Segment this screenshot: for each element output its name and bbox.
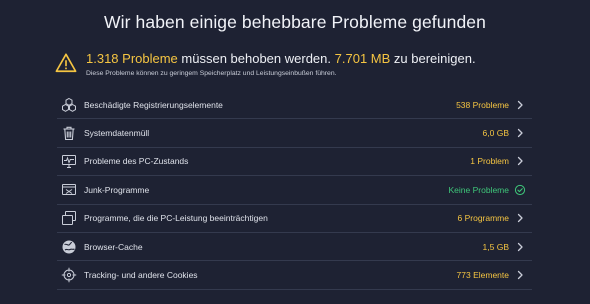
issue-label: Browser-Cache bbox=[84, 241, 143, 252]
warning-icon bbox=[55, 53, 77, 73]
check-circle-icon bbox=[514, 184, 526, 196]
summary-note: Diese Probleme können zu geringem Speich… bbox=[86, 70, 337, 77]
issue-row[interactable]: Browser-Cache 1,5 GB bbox=[57, 233, 532, 262]
page-title: Wir haben einige behebbare Probleme gefu… bbox=[104, 12, 486, 32]
summary-tail-text: zu bereinigen. bbox=[393, 51, 476, 66]
issue-value: 773 Elemente bbox=[456, 270, 509, 281]
issue-row[interactable]: Systemdatenmüll 6,0 GB bbox=[57, 119, 532, 148]
issue-label: Programme, die die PC-Leistung beeinträc… bbox=[84, 213, 268, 224]
issue-value: 6,0 GB bbox=[482, 128, 509, 139]
crosshair-cookie-icon bbox=[61, 267, 77, 283]
issue-row[interactable]: Beschädigte Registrierungselemente 538 Pr… bbox=[57, 91, 532, 120]
chevron-right-icon[interactable] bbox=[514, 212, 526, 224]
issue-value: 6 Programme bbox=[457, 213, 510, 224]
issue-count: 1.318 Probleme bbox=[86, 51, 178, 66]
cleanup-size: 7.701 MB bbox=[334, 51, 391, 66]
programs-icon bbox=[61, 210, 77, 226]
summary-headline: 1.318 Probleme müssen behoben werden. 7.… bbox=[86, 51, 476, 66]
trash-icon bbox=[61, 125, 77, 141]
issue-row[interactable]: Tracking- und andere Cookies 773 Elemente bbox=[57, 261, 532, 290]
issue-row[interactable]: Junk-Programme Keine Probleme bbox=[57, 176, 532, 205]
registry-cubes-icon bbox=[61, 97, 77, 113]
issue-row[interactable]: Probleme des PC-Zustands 1 Problem bbox=[57, 148, 532, 177]
issue-label: Systemdatenmüll bbox=[84, 128, 150, 139]
issue-label: Tracking- und andere Cookies bbox=[84, 270, 198, 281]
issue-value: 1,5 GB bbox=[482, 241, 509, 252]
issue-value: Keine Probleme bbox=[448, 184, 509, 195]
chevron-right-icon[interactable] bbox=[514, 127, 526, 139]
issue-label: Beschädigte Registrierungselemente bbox=[84, 99, 223, 110]
junk-programs-icon bbox=[61, 182, 77, 198]
browser-globe-icon bbox=[61, 239, 77, 255]
issue-value: 538 Probleme bbox=[456, 99, 509, 110]
chevron-right-icon[interactable] bbox=[514, 269, 526, 281]
chevron-right-icon[interactable] bbox=[514, 99, 526, 111]
issue-label: Junk-Programme bbox=[84, 184, 150, 195]
issue-list: Beschädigte Registrierungselemente 538 Pr… bbox=[57, 91, 532, 290]
issue-label: Probleme des PC-Zustands bbox=[84, 156, 189, 167]
chevron-right-icon[interactable] bbox=[514, 155, 526, 167]
issue-value: 1 Problem bbox=[470, 156, 509, 167]
chevron-right-icon[interactable] bbox=[514, 241, 526, 253]
issues-summary: 1.318 Probleme müssen behoben werden. 7.… bbox=[55, 51, 476, 77]
pc-health-icon bbox=[61, 153, 77, 169]
issue-row[interactable]: Programme, die die PC-Leistung beeinträc… bbox=[57, 205, 532, 233]
summary-mid-text: müssen behoben werden. bbox=[181, 51, 332, 66]
